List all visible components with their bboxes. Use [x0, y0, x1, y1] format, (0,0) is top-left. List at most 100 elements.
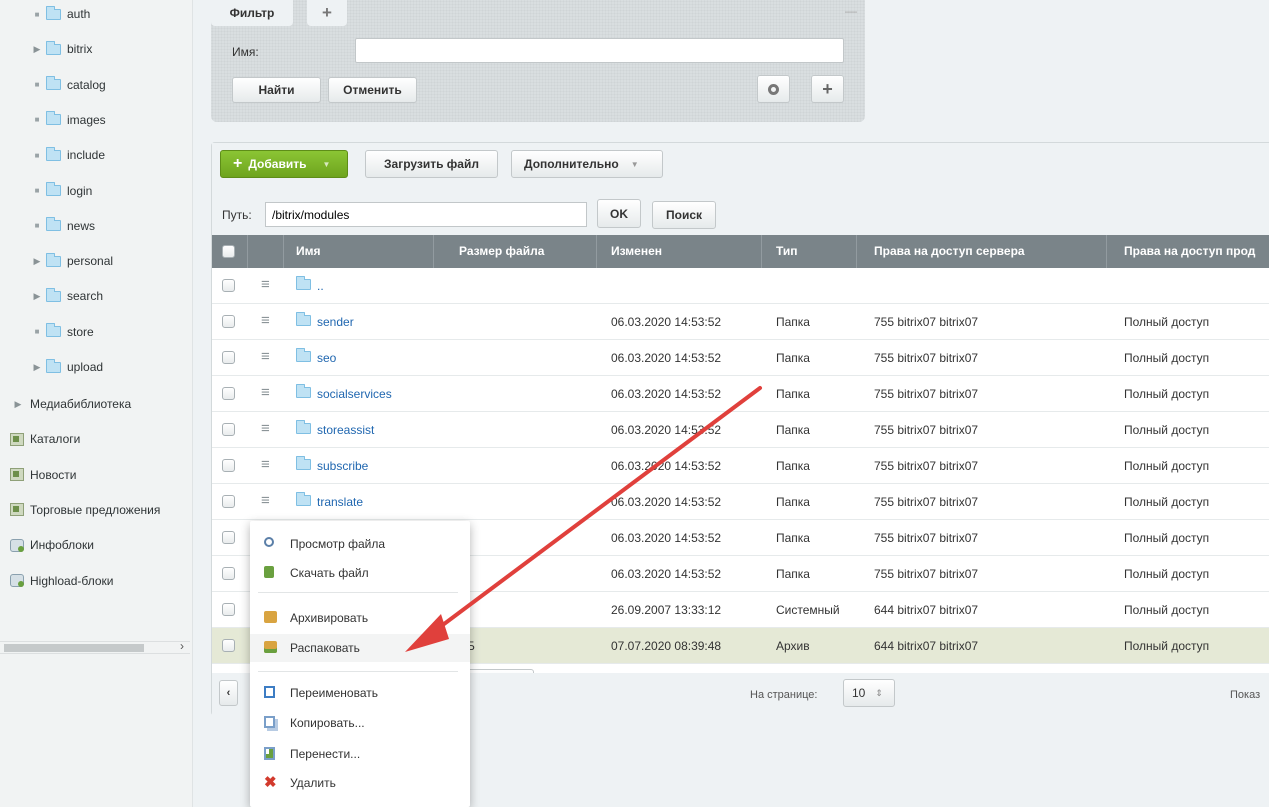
folder-label: catalog: [67, 77, 106, 92]
scrollbar-thumb[interactable]: [4, 644, 144, 652]
row-checkbox[interactable]: [222, 387, 235, 400]
menu-item[interactable]: Просмотр файла: [250, 530, 470, 558]
table-row[interactable]: ≡..: [212, 268, 1269, 304]
table-row[interactable]: ≡ sender 06.03.2020 14:53:52 Папка 755 bitri…: [212, 304, 1269, 340]
row-checkbox[interactable]: [222, 279, 235, 292]
folder-label: bitrix: [67, 42, 93, 57]
file-name-link[interactable]: translate: [317, 495, 363, 509]
column-size[interactable]: Размер файла: [434, 235, 597, 268]
name-cell[interactable]: storeassist: [296, 412, 374, 448]
row-checkbox[interactable]: [222, 495, 235, 508]
row-checkbox[interactable]: [222, 423, 235, 436]
row-checkbox[interactable]: [222, 531, 235, 544]
expand-arrow-icon[interactable]: ▶: [30, 362, 44, 373]
row-checkbox[interactable]: [222, 315, 235, 328]
table-row[interactable]: ≡ translate 06.03.2020 14:53:52 Папка 755 bi…: [212, 484, 1269, 520]
per-page-value: 10: [852, 686, 866, 700]
sidebar-folder[interactable]: ▶ personal: [30, 251, 113, 271]
add-filter-tab-button[interactable]: +: [307, 0, 347, 26]
add-button[interactable]: + Добавить ▼: [220, 150, 348, 178]
menu-icon[interactable]: ≡: [261, 412, 270, 448]
file-name-link[interactable]: subscribe: [317, 459, 368, 473]
menu-icon[interactable]: ≡: [261, 484, 270, 520]
menu-item[interactable]: Копировать...: [250, 709, 470, 737]
sidebar-folder[interactable]: ▶ bitrix: [30, 39, 92, 59]
menu-item[interactable]: Распаковать: [250, 634, 470, 662]
table-row[interactable]: ≡ storeassist 06.03.2020 14:53:52 Папка 755 …: [212, 412, 1269, 448]
name-cell[interactable]: sender: [296, 304, 354, 340]
add-field-button[interactable]: +: [811, 75, 844, 103]
select-all-checkbox[interactable]: [222, 245, 235, 258]
sidebar-folder[interactable]: ■ store: [30, 322, 94, 342]
scroll-right-icon[interactable]: ›: [180, 639, 184, 653]
menu-item[interactable]: Скачать файл: [250, 559, 470, 587]
sidebar-folder[interactable]: ■ login: [30, 181, 92, 201]
column-name[interactable]: Имя: [284, 235, 434, 268]
ok-button[interactable]: OK: [597, 199, 641, 228]
table-row[interactable]: ≡ socialservices 06.03.2020 14:53:52 Папка 7…: [212, 376, 1269, 412]
name-cell[interactable]: subscribe: [296, 448, 368, 484]
expand-arrow-icon[interactable]: ▶: [30, 256, 44, 267]
sidebar-section[interactable]: Инфоблоки: [10, 535, 94, 555]
table-row[interactable]: ≡ seo 06.03.2020 14:53:52 Папка 755 bitrix07…: [212, 340, 1269, 376]
menu-icon[interactable]: ≡: [261, 268, 270, 304]
sidebar-section[interactable]: ▶ Медиабиблиотека: [10, 394, 132, 414]
expand-arrow-icon[interactable]: ▶: [30, 44, 44, 55]
menu-icon[interactable]: ≡: [261, 448, 270, 484]
file-name-link[interactable]: socialservices: [317, 387, 392, 401]
settings-button[interactable]: [757, 75, 790, 103]
name-cell[interactable]: seo: [296, 340, 336, 376]
row-checkbox[interactable]: [222, 603, 235, 616]
column-rights[interactable]: Права на доступ прод: [1107, 235, 1269, 268]
up-cell[interactable]: ..: [296, 268, 324, 304]
sidebar-section[interactable]: Новости: [10, 465, 76, 485]
file-name-link[interactable]: seo: [317, 351, 336, 365]
menu-item[interactable]: Переименовать: [250, 679, 470, 707]
sidebar-folder[interactable]: ■ include: [30, 145, 105, 165]
menu-item[interactable]: ✖ Удалить: [250, 769, 470, 797]
row-checkbox[interactable]: [222, 459, 235, 472]
row-checkbox[interactable]: [222, 567, 235, 580]
column-modified[interactable]: Изменен: [597, 235, 762, 268]
menu-icon[interactable]: ≡: [261, 304, 270, 340]
more-button[interactable]: Дополнительно ▼: [511, 150, 663, 178]
archive-icon-wrap: [264, 611, 278, 625]
sidebar-section[interactable]: Каталоги: [10, 429, 80, 449]
file-name-link[interactable]: storeassist: [317, 423, 374, 437]
upload-file-button[interactable]: Загрузить файл: [365, 150, 498, 178]
column-type[interactable]: Тип: [762, 235, 857, 268]
minimize-icon[interactable]: —: [845, 4, 857, 18]
column-server-rights[interactable]: Права на доступ сервера: [857, 235, 1107, 268]
cancel-button[interactable]: Отменить: [328, 77, 417, 103]
menu-icon[interactable]: ≡: [261, 340, 270, 376]
name-cell[interactable]: translate: [296, 484, 363, 520]
sidebar-folder[interactable]: ■ catalog: [30, 75, 106, 95]
sidebar-folder[interactable]: ■ news: [30, 216, 95, 236]
sidebar-folder[interactable]: ▶ upload: [30, 357, 103, 377]
sidebar-section[interactable]: Торговые предложения: [10, 500, 160, 520]
sidebar-folder[interactable]: ■ images: [30, 110, 106, 130]
menu-icon[interactable]: ≡: [261, 376, 270, 412]
move-icon: [264, 747, 275, 760]
prev-page-button[interactable]: ‹: [219, 680, 238, 706]
row-checkbox[interactable]: [222, 639, 235, 652]
row-checkbox[interactable]: [222, 351, 235, 364]
sidebar-folder[interactable]: ■ auth: [30, 4, 90, 24]
sidebar-section[interactable]: Highload-блоки: [10, 571, 113, 591]
search-button[interactable]: Поиск: [652, 201, 716, 229]
expand-arrow-icon[interactable]: ▶: [30, 291, 44, 302]
menu-item[interactable]: Архивировать: [250, 604, 470, 632]
file-name-link[interactable]: sender: [317, 315, 354, 329]
name-input[interactable]: [355, 38, 844, 63]
table-row[interactable]: ≡ subscribe 06.03.2020 14:53:52 Папка 755 bi…: [212, 448, 1269, 484]
sidebar-scrollbar[interactable]: ›: [0, 639, 190, 654]
per-page-select[interactable]: 10 ⇕: [843, 679, 895, 707]
path-input[interactable]: [265, 202, 587, 227]
up-link[interactable]: ..: [317, 279, 324, 293]
sidebar-folder[interactable]: ▶ search: [30, 286, 103, 306]
name-cell[interactable]: socialservices: [296, 376, 392, 412]
find-button[interactable]: Найти: [232, 77, 321, 103]
menu-item[interactable]: Перенести...: [250, 740, 470, 768]
filter-tab[interactable]: Фильтр: [211, 0, 293, 26]
expand-arrow-icon[interactable]: ▶: [10, 399, 26, 410]
